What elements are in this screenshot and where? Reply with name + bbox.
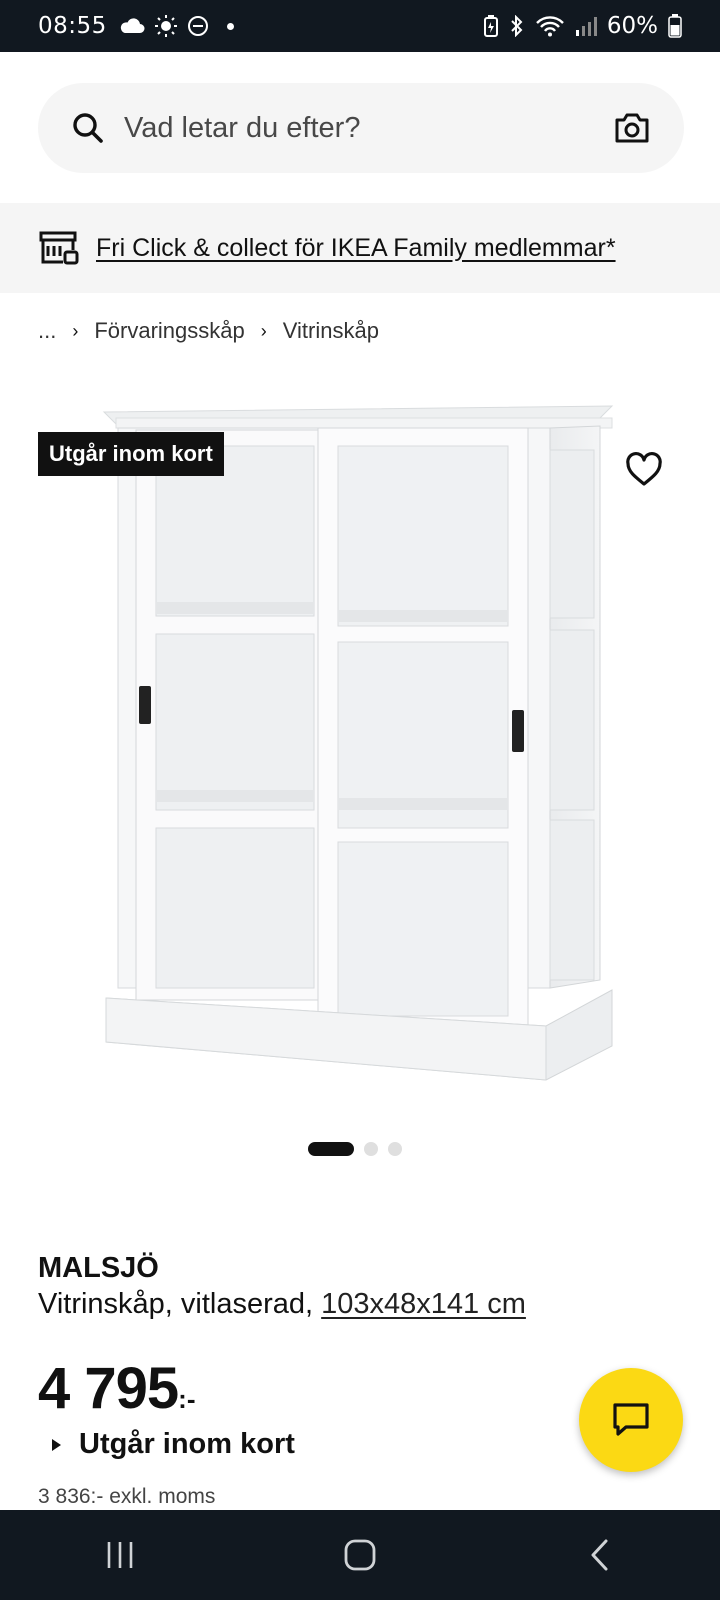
- search-bar[interactable]: Vad letar du efter?: [38, 83, 684, 173]
- caret-right-icon: [52, 1438, 61, 1451]
- breadcrumb-item-storage[interactable]: Förvaringsskåp: [94, 318, 244, 344]
- carousel-indicator: [308, 1142, 402, 1156]
- back-button[interactable]: [570, 1525, 630, 1585]
- system-navigation-bar: [0, 1510, 720, 1600]
- click-collect-banner[interactable]: Fri Click & collect för IKEA Family medl…: [0, 203, 720, 293]
- home-icon: [344, 1539, 376, 1571]
- availability-toggle[interactable]: Utgår inom kort: [52, 1428, 295, 1461]
- status-bar: 08:55 60%: [0, 0, 720, 52]
- search-input[interactable]: Vad letar du efter?: [124, 112, 612, 145]
- do-not-disturb-icon: [187, 16, 208, 36]
- chat-button[interactable]: [579, 1368, 683, 1472]
- chevron-right-icon: ›: [72, 320, 79, 341]
- signal-icon: [575, 17, 597, 36]
- carousel-dot[interactable]: [364, 1142, 378, 1156]
- home-button[interactable]: [330, 1525, 390, 1585]
- store-pickup-icon: [39, 231, 79, 265]
- wifi-icon: [536, 16, 564, 37]
- battery-percent: 60%: [606, 13, 658, 39]
- battery-saver-icon: [483, 15, 498, 37]
- cloud-icon: [120, 18, 145, 33]
- price-value: 4 795: [38, 1356, 179, 1421]
- breadcrumb-ellipsis[interactable]: ...: [38, 318, 56, 344]
- product-name: MALSJÖ: [38, 1252, 159, 1284]
- price-suffix: :-: [178, 1384, 196, 1414]
- carousel-dot[interactable]: [388, 1142, 402, 1156]
- chevron-right-icon: ›: [260, 320, 267, 341]
- search-icon[interactable]: [70, 110, 106, 146]
- chat-icon: [613, 1403, 649, 1436]
- camera-icon[interactable]: [612, 108, 652, 148]
- back-icon: [591, 1539, 608, 1571]
- battery-icon: [668, 14, 682, 38]
- breadcrumb-item-display-cabinet[interactable]: Vitrinskåp: [283, 318, 379, 344]
- carousel-dot[interactable]: [308, 1142, 354, 1156]
- product-description: Vitrinskåp, vitlaserad, 103x48x141 cm: [38, 1288, 526, 1321]
- recent-apps-icon: [107, 1542, 133, 1568]
- click-collect-link[interactable]: Fri Click & collect för IKEA Family medl…: [96, 234, 616, 263]
- product-dimensions-link[interactable]: 103x48x141 cm: [321, 1288, 526, 1320]
- heart-icon[interactable]: [624, 450, 664, 490]
- recent-apps-button[interactable]: [90, 1525, 150, 1585]
- product-type: Vitrinskåp, vitlaserad,: [38, 1288, 314, 1320]
- bluetooth-icon: [511, 15, 523, 37]
- sun-icon: [154, 15, 177, 37]
- price-excl-vat: 3 836:- exkl. moms: [38, 1485, 216, 1508]
- breadcrumb: ... › Förvaringsskåp › Vitrinskåp: [38, 318, 379, 344]
- availability-text: Utgår inom kort: [79, 1428, 295, 1460]
- discontinued-badge: Utgår inom kort: [38, 432, 224, 476]
- notification-dot: [226, 22, 234, 30]
- product-image: [102, 405, 614, 1081]
- product-image-carousel[interactable]: [0, 380, 720, 1120]
- status-time: 08:55: [38, 13, 107, 39]
- product-price: 4 795 :-: [38, 1355, 195, 1422]
